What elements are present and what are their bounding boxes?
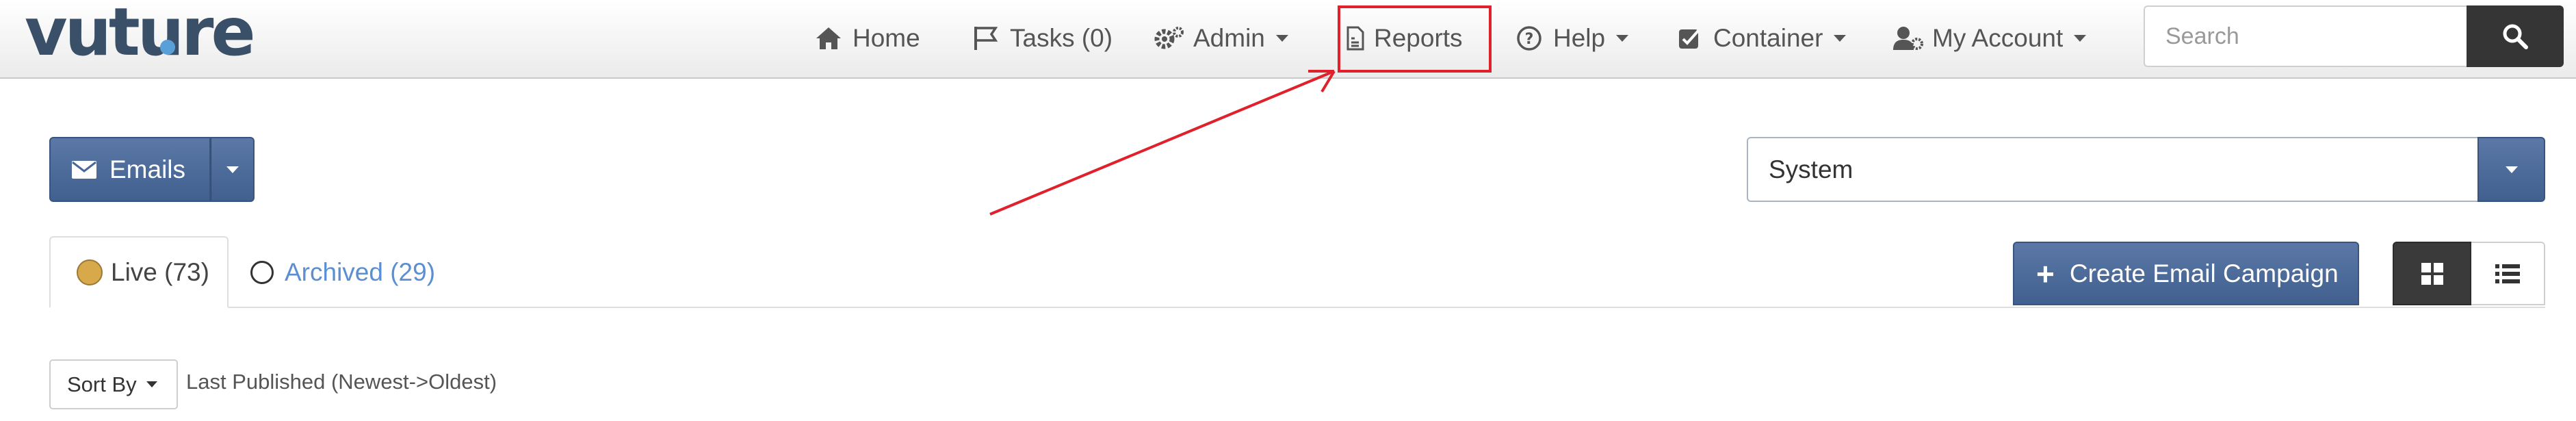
grid-icon: [2421, 262, 2443, 285]
live-status-dot: [77, 259, 103, 285]
create-email-campaign-label: Create Email Campaign: [2069, 259, 2339, 288]
search-input[interactable]: [2144, 5, 2468, 67]
system-select-value: System: [1769, 155, 1853, 183]
sort-by-button[interactable]: Sort By: [49, 359, 178, 409]
system-select[interactable]: System: [1747, 137, 2477, 202]
nav-tasks[interactable]: Tasks (0): [970, 19, 1113, 58]
nav-home-label: Home: [853, 24, 920, 52]
nav-help-label: Help: [1553, 24, 1606, 52]
chevron-down-icon: [146, 381, 157, 387]
cogs-icon: [1154, 25, 1185, 52]
check-square-icon: [1674, 25, 1705, 52]
nav-my-account-label: My Account: [1932, 24, 2064, 52]
tab-live[interactable]: Live (73): [49, 236, 229, 308]
chevron-down-icon: [1834, 35, 1847, 42]
question-circle-icon: ?: [1513, 25, 1545, 52]
nav-container-label: Container: [1713, 24, 1823, 52]
logo-dot: [160, 40, 175, 55]
tab-archived-label: Archived (29): [285, 257, 436, 286]
search-button[interactable]: [2467, 5, 2564, 67]
nav-container[interactable]: Container: [1674, 19, 1847, 58]
tab-live-label: Live (73): [111, 257, 209, 286]
plus-icon: +: [2036, 255, 2055, 292]
chevron-down-icon: [226, 166, 239, 173]
nav-home[interactable]: Home: [813, 19, 920, 58]
grid-view-button[interactable]: [2393, 242, 2471, 305]
home-icon: [813, 25, 844, 52]
sort-value: Last Published (Newest->Oldest): [186, 370, 497, 394]
reports-highlight-box: [1338, 5, 1492, 73]
chevron-down-icon: [1275, 35, 1288, 42]
create-email-campaign-button[interactable]: + Create Email Campaign: [2013, 242, 2359, 305]
nav-admin[interactable]: Admin: [1154, 19, 1288, 58]
nav-my-account[interactable]: My Account: [1892, 19, 2087, 58]
emails-dropdown-toggle[interactable]: [211, 137, 255, 202]
list-icon: [2495, 264, 2520, 283]
top-navbar: vuture Home Tasks (0) Admin Reports ? He…: [0, 0, 2576, 79]
logo-text: vuture: [25, 0, 256, 71]
envelope-icon: [71, 160, 97, 179]
system-select-toggle[interactable]: [2477, 137, 2545, 202]
flag-icon: [970, 25, 1002, 52]
search-icon: [2503, 24, 2528, 49]
tab-archived[interactable]: Archived (29): [250, 236, 435, 308]
nav-admin-label: Admin: [1193, 24, 1265, 52]
sort-by-label: Sort By: [67, 372, 137, 396]
chevron-down-icon: [1616, 35, 1629, 42]
emails-button[interactable]: Emails: [49, 137, 211, 202]
list-view-button[interactable]: [2471, 242, 2545, 305]
nav-tasks-label: Tasks (0): [1010, 24, 1113, 52]
user-cog-icon: [1892, 25, 1924, 52]
emails-button-label: Emails: [109, 155, 186, 183]
nav-help[interactable]: ? Help: [1513, 19, 1629, 58]
svg-text:?: ?: [1525, 31, 1534, 48]
chevron-down-icon: [2505, 166, 2518, 173]
archived-status-circle: [250, 260, 274, 284]
vuture-logo[interactable]: vuture: [25, 0, 256, 65]
chevron-down-icon: [2074, 35, 2087, 42]
